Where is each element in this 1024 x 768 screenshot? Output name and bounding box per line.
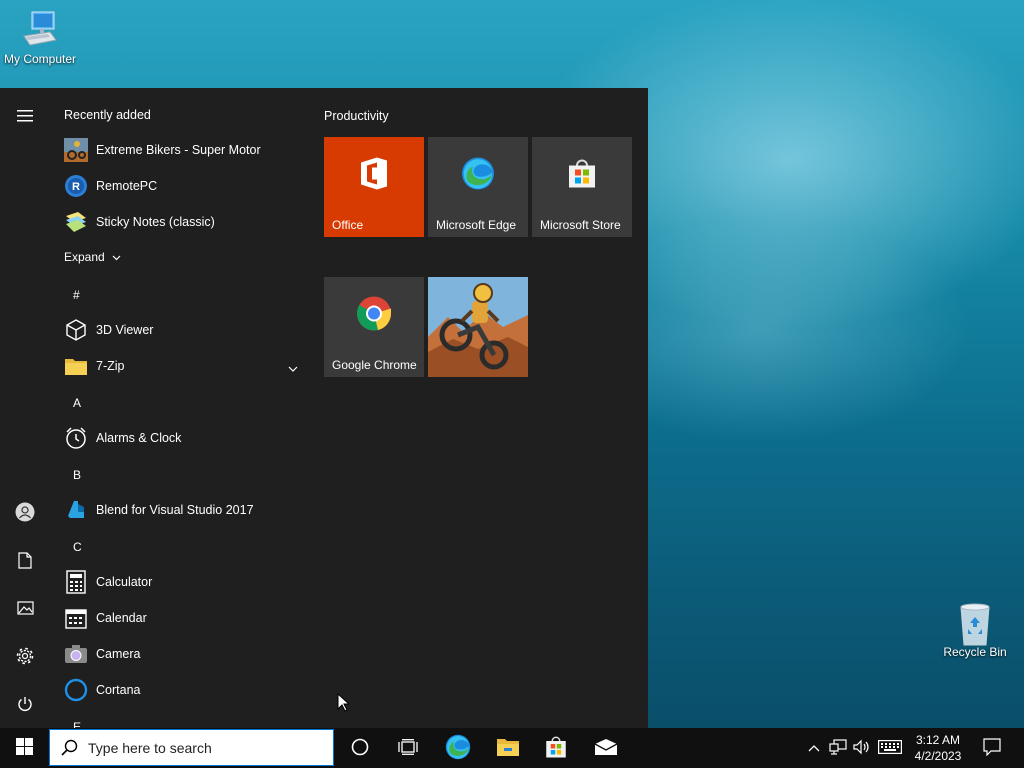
search-icon — [60, 739, 78, 757]
recycle-bin-icon — [955, 603, 995, 646]
extreme-bikers-tile-image — [428, 277, 528, 380]
app-item-calendar[interactable]: Calendar — [50, 600, 306, 636]
cortana-button[interactable] — [336, 728, 384, 768]
desktop-icon-recycle-bin[interactable]: Recycle Bin — [935, 603, 1015, 659]
app-item-cortana[interactable]: Cortana — [50, 672, 306, 708]
volume-icon — [853, 739, 871, 758]
blend-icon — [64, 498, 88, 522]
svg-text:R: R — [72, 181, 80, 193]
tile-google-chrome[interactable]: Google Chrome — [324, 277, 424, 377]
taskbar-file-explorer-button[interactable] — [484, 728, 532, 768]
mouse-cursor-icon — [337, 692, 351, 715]
app-item-3d-viewer[interactable]: 3D Viewer — [50, 312, 306, 348]
tile-microsoft-edge[interactable]: Microsoft Edge — [428, 137, 528, 237]
show-hidden-icons-button[interactable] — [804, 728, 824, 768]
tile-group-title[interactable]: Productivity — [324, 109, 389, 123]
task-view-icon — [398, 738, 418, 758]
notification-icon — [983, 737, 1001, 759]
documents-icon[interactable] — [0, 540, 50, 580]
app-item-sticky-notes[interactable]: Sticky Notes (classic) — [50, 204, 306, 240]
chrome-icon — [356, 296, 392, 335]
folder-icon — [64, 354, 88, 378]
windows-logo-icon — [15, 738, 33, 758]
office-icon — [359, 157, 389, 194]
start-button[interactable] — [0, 728, 48, 768]
desktop-icon-label: My Computer — [3, 52, 77, 66]
app-item-alarms-clock[interactable]: Alarms & Clock — [50, 420, 306, 456]
keyboard-icon — [878, 739, 902, 757]
section-letter[interactable]: A — [73, 396, 81, 410]
taskbar-edge-button[interactable] — [434, 728, 482, 768]
keyboard-button[interactable] — [876, 728, 904, 768]
app-list[interactable]: Recently added Extreme Bikers - Super Mo… — [50, 88, 310, 728]
section-letter[interactable]: C — [73, 540, 82, 554]
taskbar-mail-button[interactable] — [582, 728, 630, 768]
action-center-button[interactable] — [974, 728, 1010, 768]
app-item-remotepc[interactable]: R RemotePC — [50, 168, 306, 204]
user-icon[interactable] — [0, 492, 50, 532]
desktop-icon-label: Recycle Bin — [943, 645, 1007, 659]
alarm-clock-icon — [64, 426, 88, 450]
clock-time: 3:12 AM — [915, 733, 961, 747]
expand-button[interactable]: Expand — [64, 250, 121, 264]
clock-date: 4/2/2023 — [914, 749, 962, 763]
start-menu-rail — [0, 88, 50, 728]
chevron-down-icon[interactable] — [288, 362, 298, 376]
sticky-notes-icon — [64, 210, 88, 234]
network-button[interactable] — [826, 728, 850, 768]
edge-icon — [461, 157, 495, 194]
cube-icon — [64, 318, 88, 342]
search-input[interactable] — [88, 739, 318, 756]
cortana-icon — [64, 678, 88, 702]
store-icon — [566, 158, 598, 193]
chevron-down-icon — [112, 250, 121, 264]
volume-button[interactable] — [850, 728, 874, 768]
tile-extreme-bikers[interactable] — [428, 277, 528, 377]
app-item-calculator[interactable]: Calculator — [50, 564, 306, 600]
task-view-button[interactable] — [384, 728, 432, 768]
taskbar-store-button[interactable] — [532, 728, 580, 768]
file-explorer-icon — [496, 737, 520, 760]
start-menu: Recently added Extreme Bikers - Super Mo… — [0, 88, 648, 728]
store-icon — [544, 735, 568, 762]
hamburger-menu-icon[interactable] — [0, 96, 50, 136]
extreme-bikers-icon — [64, 138, 88, 162]
settings-icon[interactable] — [0, 636, 50, 676]
app-item-extreme-bikers[interactable]: Extreme Bikers - Super Motor — [50, 132, 306, 168]
power-icon[interactable] — [0, 684, 50, 724]
tile-microsoft-store[interactable]: Microsoft Store — [532, 137, 632, 237]
desktop-icon-my-computer[interactable]: My Computer — [0, 10, 80, 66]
app-item-camera[interactable]: Camera — [50, 636, 306, 672]
remotepc-icon: R — [64, 174, 88, 198]
clock[interactable]: 3:12 AM 4/2/2023 — [905, 728, 971, 768]
tile-office[interactable]: Office — [324, 137, 424, 237]
app-item-blend[interactable]: Blend for Visual Studio 2017 — [50, 492, 306, 528]
camera-icon — [64, 642, 88, 666]
section-letter[interactable]: B — [73, 468, 81, 482]
section-letter[interactable]: E — [73, 720, 81, 728]
section-letter[interactable]: # — [73, 288, 80, 302]
mail-icon — [594, 738, 618, 759]
taskbar: 3:12 AM 4/2/2023 — [0, 728, 1024, 768]
search-box[interactable] — [49, 729, 334, 766]
app-item-7zip[interactable]: 7-Zip — [50, 348, 306, 384]
calculator-icon — [64, 570, 88, 594]
edge-icon — [445, 734, 471, 763]
pictures-icon[interactable] — [0, 588, 50, 628]
recently-added-header: Recently added — [64, 108, 151, 122]
chevron-up-icon — [808, 741, 820, 755]
network-icon — [829, 738, 847, 758]
calendar-icon — [64, 606, 88, 630]
computer-icon — [20, 10, 60, 50]
cortana-circle-icon — [351, 738, 369, 759]
